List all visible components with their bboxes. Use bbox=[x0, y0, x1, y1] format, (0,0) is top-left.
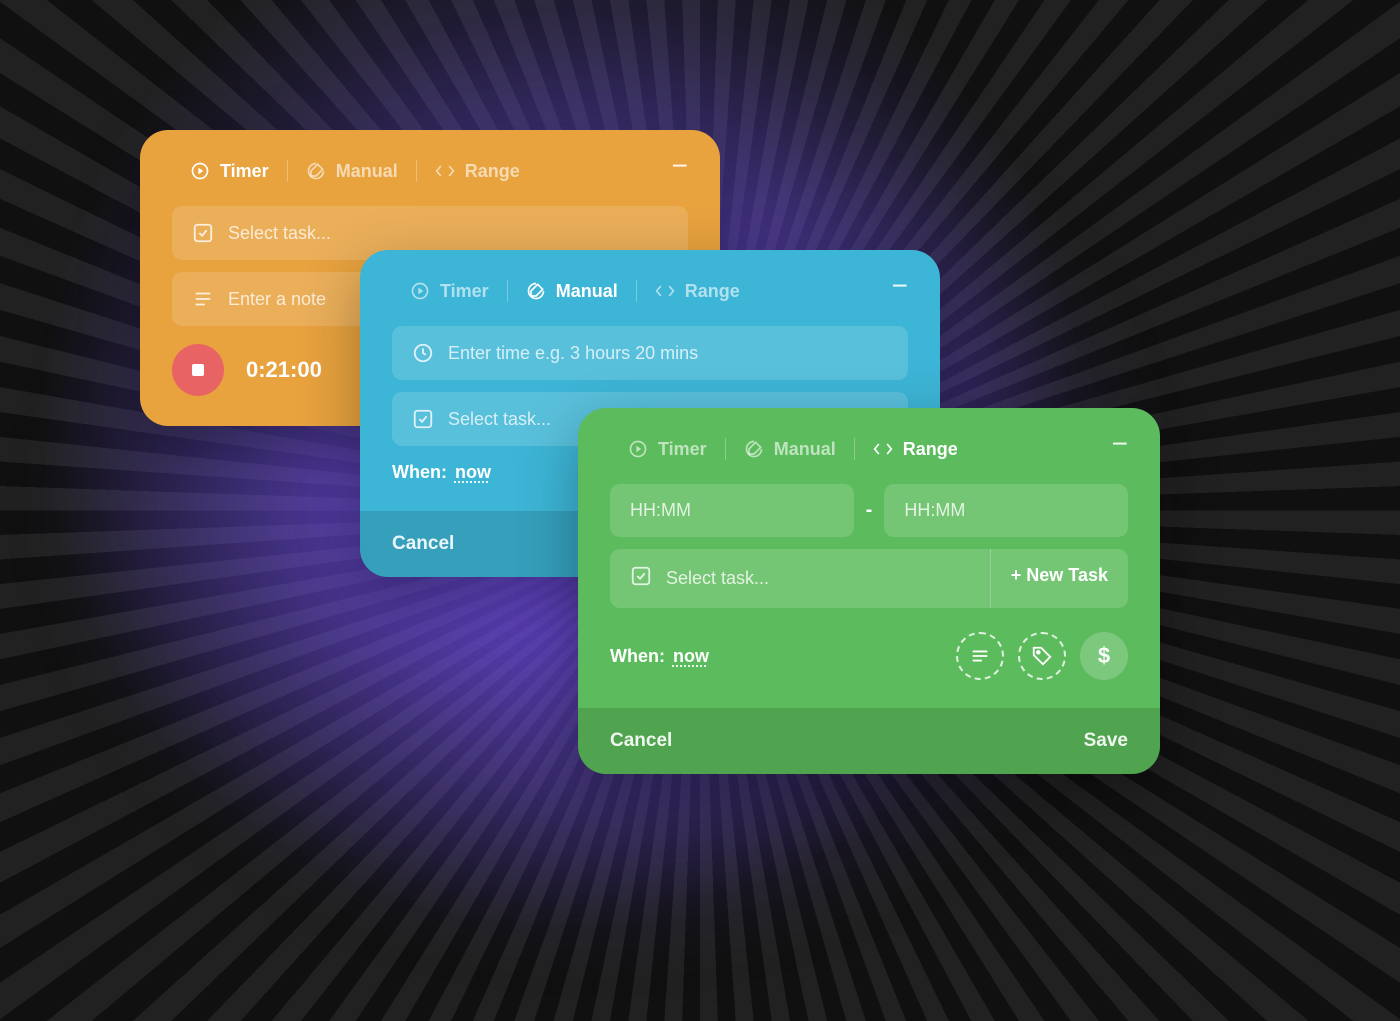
billable-button[interactable]: $ bbox=[1080, 632, 1128, 680]
select-task-field[interactable]: Select task... bbox=[610, 549, 991, 608]
range-icon bbox=[655, 281, 675, 301]
tabs-header: Timer Manual Range − bbox=[172, 160, 688, 182]
tab-range-label: Range bbox=[903, 439, 958, 460]
tag-icon bbox=[1031, 645, 1053, 667]
note-lines-icon bbox=[192, 288, 214, 310]
select-task-input[interactable] bbox=[228, 223, 668, 244]
save-button[interactable]: Save bbox=[1084, 730, 1128, 752]
tab-range-label: Range bbox=[465, 161, 520, 182]
card-footer: Cancel Save bbox=[578, 708, 1160, 774]
note-lines-icon bbox=[969, 645, 991, 667]
select-task-placeholder: Select task... bbox=[666, 568, 769, 589]
tab-manual-label: Manual bbox=[336, 161, 398, 182]
when-value[interactable]: now bbox=[673, 646, 709, 667]
tab-timer[interactable]: Timer bbox=[610, 439, 725, 460]
tab-timer-label: Timer bbox=[220, 161, 269, 182]
range-dash: - bbox=[866, 499, 873, 522]
time-input[interactable] bbox=[448, 343, 888, 364]
minimize-button[interactable]: − bbox=[892, 270, 908, 302]
tab-manual-label: Manual bbox=[556, 281, 618, 302]
time-field[interactable] bbox=[392, 326, 908, 380]
play-circle-icon bbox=[190, 161, 210, 181]
tab-timer-label: Timer bbox=[658, 439, 707, 460]
tab-range[interactable]: Range bbox=[855, 439, 976, 460]
range-card: Timer Manual Range − - bbox=[578, 408, 1160, 774]
when-label: When: bbox=[610, 646, 665, 667]
range-icon bbox=[435, 161, 455, 181]
tabs-header: Timer Manual Range − bbox=[610, 438, 1128, 460]
range-start-input[interactable] bbox=[630, 500, 834, 521]
when-label: When: bbox=[392, 462, 447, 483]
edit-icon bbox=[744, 439, 764, 459]
edit-icon bbox=[526, 281, 546, 301]
cancel-button[interactable]: Cancel bbox=[610, 730, 672, 752]
tabs-header: Timer Manual Range − bbox=[392, 280, 908, 302]
tab-manual-label: Manual bbox=[774, 439, 836, 460]
tab-manual[interactable]: Manual bbox=[288, 161, 416, 182]
minimize-button[interactable]: − bbox=[1112, 428, 1128, 460]
tab-manual[interactable]: Manual bbox=[726, 439, 854, 460]
tab-timer[interactable]: Timer bbox=[172, 161, 287, 182]
when-row: When: now bbox=[610, 646, 709, 667]
when-value[interactable]: now bbox=[455, 462, 491, 483]
tag-button[interactable] bbox=[1018, 632, 1066, 680]
edit-icon bbox=[306, 161, 326, 181]
timer-display: 0:21:00 bbox=[246, 357, 322, 383]
tab-range[interactable]: Range bbox=[417, 161, 538, 182]
range-end-input[interactable] bbox=[904, 500, 1108, 521]
range-end-field[interactable] bbox=[884, 484, 1128, 537]
note-button[interactable] bbox=[956, 632, 1004, 680]
play-circle-icon bbox=[410, 281, 430, 301]
task-row: Select task... + New Task bbox=[610, 549, 1128, 608]
stop-icon bbox=[192, 364, 204, 376]
range-icon bbox=[873, 439, 893, 459]
new-task-button[interactable]: + New Task bbox=[991, 549, 1128, 608]
dollar-icon: $ bbox=[1098, 643, 1110, 669]
cancel-button[interactable]: Cancel bbox=[392, 533, 454, 555]
play-circle-icon bbox=[628, 439, 648, 459]
range-inputs: - bbox=[610, 484, 1128, 537]
task-check-icon bbox=[412, 408, 434, 430]
when-actions-row: When: now $ bbox=[610, 632, 1128, 680]
action-buttons: $ bbox=[956, 632, 1128, 680]
stop-button[interactable] bbox=[172, 344, 224, 396]
task-check-icon bbox=[192, 222, 214, 244]
clock-icon bbox=[412, 342, 434, 364]
tab-range[interactable]: Range bbox=[637, 281, 758, 302]
range-start-field[interactable] bbox=[610, 484, 854, 537]
minimize-button[interactable]: − bbox=[672, 150, 688, 182]
tab-timer-label: Timer bbox=[440, 281, 489, 302]
task-check-icon bbox=[630, 565, 652, 592]
tab-timer[interactable]: Timer bbox=[392, 281, 507, 302]
tab-range-label: Range bbox=[685, 281, 740, 302]
tab-manual[interactable]: Manual bbox=[508, 281, 636, 302]
